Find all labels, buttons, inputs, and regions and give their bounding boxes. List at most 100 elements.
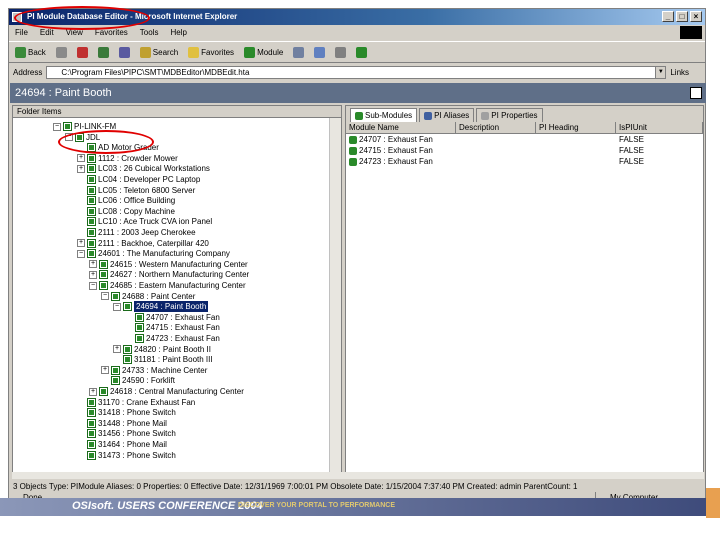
expander-icon[interactable]: + <box>77 239 85 248</box>
module-icon <box>87 397 96 407</box>
tab-sub-modules[interactable]: Sub-Modules <box>350 108 418 122</box>
tree-node[interactable]: +1112 : Crowder Mower <box>77 153 178 164</box>
tree-scrollbar[interactable] <box>329 118 341 472</box>
expander-icon[interactable]: − <box>77 249 85 258</box>
expander-icon[interactable]: − <box>65 133 73 142</box>
tree-node[interactable]: − PI-LINK-FM <box>53 121 116 132</box>
edit-button[interactable] <box>354 43 369 61</box>
horizontal-scrollbar[interactable] <box>12 472 704 479</box>
expander-icon[interactable]: − <box>53 122 61 131</box>
tab-pi-properties[interactable]: PI Properties <box>476 108 543 122</box>
table-row[interactable]: 24723 : Exhaust Fan FALSE <box>346 156 703 167</box>
tree-node[interactable]: LC08 : Copy Machine <box>77 206 175 217</box>
back-button[interactable]: Back <box>13 43 48 61</box>
links-label[interactable]: Links <box>670 68 689 77</box>
history-button[interactable] <box>291 43 306 61</box>
tree-node[interactable]: +24615 : Western Manufacturing Center <box>89 259 248 270</box>
module-icon <box>87 228 96 237</box>
tree-node[interactable]: − 24685 : Eastern Manufacturing Center <box>89 280 246 291</box>
stop-button[interactable] <box>75 43 90 61</box>
tree-node[interactable]: LC10 : Ace Truck CVA ion Panel <box>77 216 212 227</box>
tree-node[interactable]: LC06 : Office Building <box>77 195 175 206</box>
tree-node[interactable]: +24618 : Central Manufacturing Center <box>89 386 244 397</box>
tree-node[interactable]: 31448 : Phone Mail <box>77 418 167 429</box>
refresh-button[interactable] <box>96 43 111 61</box>
tree-node[interactable]: 24723 : Exhaust Fan <box>125 333 220 344</box>
aliases-icon <box>424 111 433 120</box>
address-dropdown-icon[interactable]: ▼ <box>655 67 666 78</box>
forward-button[interactable] <box>54 43 69 61</box>
tree-node[interactable]: − 24601 : The Manufacturing Company <box>77 248 230 259</box>
menu-tools[interactable]: Tools <box>140 26 159 40</box>
tree-node[interactable]: 31464 : Phone Mail <box>77 439 167 450</box>
expander-icon[interactable]: + <box>89 387 97 396</box>
module-status-bar: 3 Objects Type: PIModule Aliases: 0 Prop… <box>13 482 578 491</box>
menu-view[interactable]: View <box>66 26 83 40</box>
tree-node[interactable]: 2111 : 2003 Jeep Cherokee <box>77 227 196 238</box>
col-pi-heading[interactable]: PI Heading <box>536 122 616 133</box>
expander-icon[interactable]: + <box>89 270 97 279</box>
table-cell: 24715 : Exhaust Fan <box>346 145 456 156</box>
tree-node[interactable]: − JDL <box>65 132 100 143</box>
col-description[interactable]: Description <box>456 122 536 133</box>
tree-node[interactable]: 24715 : Exhaust Fan <box>125 322 220 333</box>
tree-node[interactable]: +24820 : Paint Booth II <box>113 344 211 355</box>
tree-node[interactable]: 24707 : Exhaust Fan <box>125 312 220 323</box>
tree-node[interactable]: + LC03 : 26 Cubical Workstations <box>77 163 210 174</box>
print-button[interactable] <box>333 43 348 61</box>
menu-file[interactable]: File <box>15 26 28 40</box>
col-ispiunit[interactable]: IsPIUnit <box>616 122 703 133</box>
menu-favorites[interactable]: Favorites <box>95 26 128 40</box>
tree-node[interactable]: AD Motor Grader <box>77 142 159 153</box>
module-icon <box>75 132 84 142</box>
menu-edit[interactable]: Edit <box>40 26 54 40</box>
cell-text: FALSE <box>619 157 644 166</box>
conference-tagline: DISCOVER YOUR PORTAL TO PERFORMANCE <box>238 502 395 509</box>
close-button[interactable]: × <box>690 11 702 22</box>
modules-icon <box>355 111 363 120</box>
tree-node[interactable]: +24627 : Northern Manufacturing Center <box>89 269 249 280</box>
tree-node[interactable]: LC04 : Developer PC Laptop <box>77 174 200 185</box>
tree-node-label: 24694 : Paint Booth <box>134 301 209 313</box>
tree-node[interactable]: 31418 : Phone Switch <box>77 407 176 418</box>
tree-node[interactable]: 31473 : Phone Switch <box>77 450 176 461</box>
expander-icon[interactable]: − <box>89 281 97 290</box>
cell-text: 24715 : Exhaust Fan <box>359 146 433 155</box>
table-cell: FALSE <box>616 156 703 167</box>
tree-node[interactable]: − 24688 : Paint Center <box>101 291 195 302</box>
tree-node-label: LC04 : Developer PC Laptop <box>98 175 201 184</box>
expander-icon[interactable]: + <box>77 154 85 163</box>
tree-node[interactable]: 31456 : Phone Switch <box>77 428 176 439</box>
tree-node[interactable]: 31181 : Paint Booth III <box>113 354 213 365</box>
module-button[interactable]: Module <box>242 43 285 61</box>
tree-node[interactable]: LC05 : Teleton 6800 Server <box>77 185 195 196</box>
menu-help[interactable]: Help <box>170 26 186 40</box>
minimize-button[interactable]: _ <box>662 11 674 22</box>
expander-icon[interactable]: − <box>101 292 109 301</box>
expander-icon[interactable]: + <box>77 164 85 173</box>
home-button[interactable] <box>117 43 132 61</box>
col-module-name[interactable]: Module Name <box>346 122 456 133</box>
maximize-button[interactable]: □ <box>676 11 688 22</box>
tree-node[interactable]: +24733 : Machine Center <box>101 365 207 376</box>
tree-node[interactable]: 24590 : Forklift <box>101 375 175 386</box>
tree-node-label: 24733 : Machine Center <box>122 365 208 375</box>
expander-icon[interactable]: + <box>113 345 121 354</box>
tree-node[interactable]: − 24694 : Paint Booth <box>113 301 209 313</box>
mail-button[interactable] <box>312 43 327 61</box>
tree-node-label: 24618 : Central Manufacturing Center <box>110 387 244 396</box>
tab-pi-aliases[interactable]: PI Aliases <box>419 108 475 122</box>
module-icon <box>135 334 144 343</box>
favorites-button[interactable]: Favorites <box>186 43 236 61</box>
search-button[interactable]: Search <box>138 43 180 61</box>
module-icon <box>87 196 96 206</box>
tree-node-label: 24715 : Exhaust Fan <box>146 323 220 333</box>
expander-icon[interactable]: − <box>113 302 121 311</box>
table-row[interactable]: 24707 : Exhaust Fan FALSE <box>346 134 703 145</box>
tree-node[interactable]: +2111 : Backhoe, Caterpillar 420 <box>77 238 209 249</box>
expander-icon[interactable]: + <box>101 366 109 375</box>
table-row[interactable]: 24715 : Exhaust Fan FALSE <box>346 145 703 156</box>
tree-node[interactable]: 31170 : Crane Exhaust Fan <box>77 397 195 408</box>
address-input[interactable]: C:\Program Files\PIPC\SMT\MDBEditor\MDBE… <box>46 66 667 79</box>
expander-icon[interactable]: + <box>89 260 97 269</box>
